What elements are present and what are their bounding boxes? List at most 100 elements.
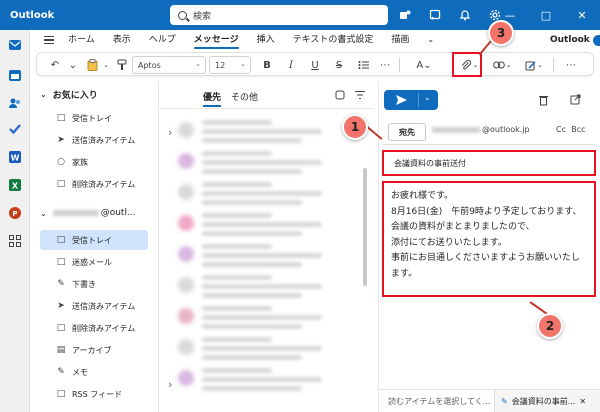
folder-inbox[interactable]: □ 受信トレイ <box>40 230 148 250</box>
list-item[interactable] <box>178 335 354 365</box>
bullets-icon[interactable] <box>355 57 371 73</box>
bell-icon[interactable] <box>458 8 472 22</box>
favorite-inbox[interactable]: □ 受信トレイ <box>40 108 176 128</box>
italic-icon[interactable]: I <box>283 57 299 73</box>
mail-icon[interactable] <box>8 38 22 52</box>
folder-archive[interactable]: ▤ アーカイブ <box>40 340 176 360</box>
account-header[interactable]: ⌄ @outl... <box>40 208 136 218</box>
link-icon[interactable]: ⌄ <box>489 57 515 73</box>
folder-sent[interactable]: ➤ 送信済みアイテム <box>40 296 176 316</box>
folder-deleted[interactable]: □ 削除済みアイテム <box>40 318 176 338</box>
close-button[interactable]: ✕ <box>564 0 600 30</box>
clipboard-more-icon[interactable]: ⌄ <box>101 57 111 73</box>
message-body-editor[interactable]: お疲れ様です。 8月16日(金) 午前9時より予定しております、 会議の資料がま… <box>382 181 596 297</box>
draft-tab[interactable]: ✎ 会議資料の事前... ✕ <box>494 390 600 412</box>
list-item[interactable] <box>178 304 354 334</box>
tab-focused[interactable]: 優先 <box>203 90 222 107</box>
font-size-select[interactable]: 12 ⌄ <box>209 56 251 74</box>
font-family-select[interactable]: Aptos ⌄ <box>132 56 206 74</box>
popout-icon[interactable] <box>570 94 582 106</box>
blurred-preview-line <box>202 213 272 218</box>
expand-chevron-icon[interactable]: › <box>168 126 172 139</box>
bcc-button[interactable]: Bcc <box>571 125 585 134</box>
svg-text:X: X <box>12 182 19 191</box>
callout-2: 2 <box>537 313 563 339</box>
tab-draw[interactable]: 描画 <box>391 30 409 50</box>
bold-icon[interactable]: B <box>259 57 275 73</box>
favorite-sent[interactable]: ➤ 送信済みアイテム <box>40 130 176 150</box>
list-item[interactable] <box>178 149 354 179</box>
favorite-deleted[interactable]: □ 削除済みアイテム <box>40 174 176 194</box>
new-outlook-toggle[interactable] <box>593 35 600 46</box>
tab-insert[interactable]: 挿入 <box>257 30 275 50</box>
feedback-icon[interactable] <box>428 8 442 22</box>
list-item[interactable] <box>178 366 354 396</box>
undo-more-icon[interactable]: ⌄ <box>67 57 79 73</box>
blurred-preview-line <box>202 315 322 320</box>
tab-help[interactable]: ヘルプ <box>149 30 176 50</box>
folder-junk[interactable]: □ 迷惑メール <box>40 252 176 272</box>
strikethrough-icon[interactable]: S <box>331 57 347 73</box>
more-format-icon[interactable]: ⋯ <box>377 57 393 73</box>
tab-home[interactable]: ホーム <box>68 30 95 50</box>
send-options-chevron-icon[interactable]: ⌄ <box>424 93 431 102</box>
folder-notes[interactable]: ✎ メモ <box>40 362 176 382</box>
message-list-scrollbar[interactable] <box>363 168 367 286</box>
attach-highlight-box <box>452 52 482 77</box>
send-button[interactable]: ⌄ <box>384 90 438 110</box>
select-icon[interactable] <box>335 90 345 100</box>
list-item[interactable] <box>178 242 354 272</box>
tab-format-text[interactable]: テキストの書式設定 <box>293 30 374 50</box>
folder-rss[interactable]: □ RSS フィード <box>40 384 176 404</box>
search-input[interactable]: 検索 <box>170 5 388 25</box>
teams-icon[interactable] <box>398 8 412 22</box>
calendar-icon[interactable] <box>8 68 22 82</box>
cc-button[interactable]: Cc <box>556 125 566 134</box>
styles-icon[interactable]: A⌄ <box>411 57 437 73</box>
send-icon: ➤ <box>57 135 65 145</box>
blurred-preview-line <box>202 191 322 196</box>
discard-trash-icon[interactable] <box>538 94 550 106</box>
expand-chevron-icon[interactable]: › <box>168 378 172 391</box>
underline-icon[interactable]: U <box>307 57 323 73</box>
bottom-bar: 読むアイテムを選択してく... ✎ 会議資料の事前... ✕ <box>378 389 600 412</box>
menu-icon[interactable] <box>44 36 54 44</box>
signature-icon[interactable]: ⌄ <box>521 57 547 73</box>
clipboard-icon[interactable] <box>83 57 101 73</box>
reading-pane-tab[interactable]: 読むアイテムを選択してく... <box>378 396 494 407</box>
more-options-icon[interactable]: ⋯ <box>563 57 579 73</box>
close-icon[interactable]: ✕ <box>579 397 586 406</box>
todo-icon[interactable] <box>8 122 22 136</box>
excel-icon[interactable]: X <box>8 178 22 192</box>
list-item[interactable] <box>178 211 354 241</box>
folder-drafts[interactable]: ✎ 下書き <box>40 274 176 294</box>
chevron-down-icon: ⌄ <box>40 90 47 99</box>
address-suffix: @outlook.jp <box>482 125 530 134</box>
powerpoint-icon[interactable]: P <box>8 206 22 220</box>
send-icon: ➤ <box>57 301 65 311</box>
maximize-button[interactable]: □ <box>528 0 564 30</box>
favorite-family[interactable]: ○ 家族 <box>40 152 176 172</box>
format-painter-icon[interactable] <box>115 57 129 73</box>
svg-text:W: W <box>11 154 20 163</box>
people-icon[interactable] <box>8 96 22 110</box>
to-button[interactable]: 宛先 <box>388 123 426 141</box>
sender-avatar <box>178 184 194 200</box>
undo-icon[interactable]: ↶ <box>45 57 65 73</box>
list-item[interactable] <box>178 118 354 148</box>
tab-message[interactable]: メッセージ <box>193 30 239 50</box>
favorites-header[interactable]: ⌄ お気に入り <box>40 88 98 101</box>
to-address[interactable]: @outlook.jp <box>432 125 530 134</box>
tab-view[interactable]: 表示 <box>113 30 131 50</box>
subject-field[interactable]: 会議資料の事前送付 <box>382 150 596 176</box>
callout-3: 3 <box>488 20 514 46</box>
apps-icon[interactable] <box>8 234 22 248</box>
list-item[interactable] <box>178 273 354 303</box>
tab-other[interactable]: その他 <box>231 90 258 103</box>
list-item[interactable] <box>178 180 354 210</box>
blurred-preview-line <box>202 222 322 227</box>
word-icon[interactable]: W <box>8 150 22 164</box>
more-tabs-chevron-icon[interactable]: ⌄ <box>427 30 434 50</box>
sender-avatar <box>178 153 194 169</box>
filter-icon[interactable] <box>355 90 365 100</box>
